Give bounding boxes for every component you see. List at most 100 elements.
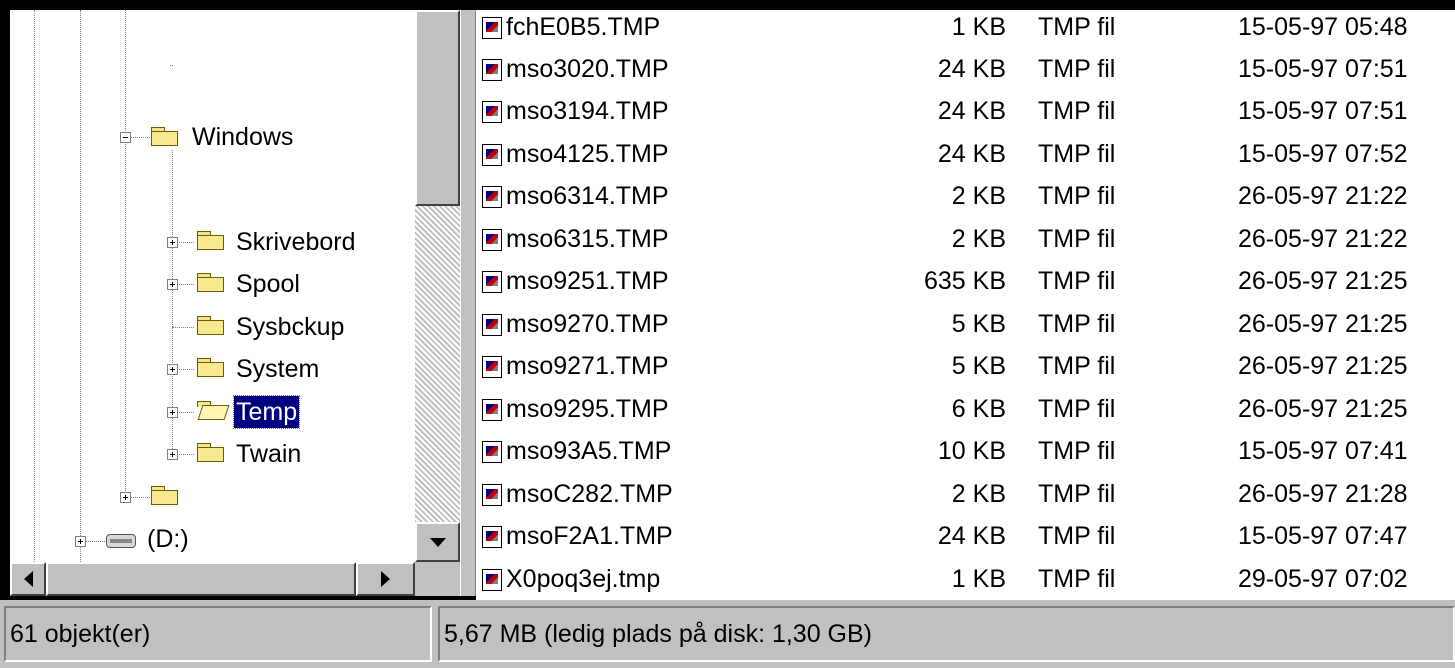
expand-toggle[interactable] bbox=[167, 449, 178, 460]
file-modified: 26-05-97 21:25 bbox=[1238, 267, 1408, 295]
file-size: 2 KB bbox=[951, 225, 1006, 253]
file-modified: 26-05-97 21:22 bbox=[1238, 225, 1408, 253]
file-row[interactable]: mso6315.TMP 2 KB TMP fil 26-05-97 21:22 bbox=[476, 222, 1455, 256]
expand-toggle[interactable] bbox=[167, 279, 178, 290]
folder-icon bbox=[196, 272, 226, 294]
expand-toggle[interactable] bbox=[167, 237, 178, 248]
file-modified: 26-05-97 21:25 bbox=[1238, 352, 1408, 380]
expand-toggle[interactable] bbox=[120, 492, 131, 503]
arrow-right-icon bbox=[381, 571, 390, 587]
tree-connector bbox=[125, 10, 126, 495]
folder-tree: Windows Skrivebord Spool Sysbckup System… bbox=[10, 10, 415, 562]
file-size: 24 KB bbox=[937, 97, 1006, 125]
vertical-scroll-thumb[interactable] bbox=[415, 10, 460, 206]
collapse-toggle[interactable] bbox=[120, 132, 131, 143]
file-type: TMP fil bbox=[1038, 267, 1116, 295]
tree-item-twain[interactable]: Twain bbox=[234, 438, 303, 470]
expand-toggle[interactable] bbox=[167, 364, 178, 375]
tree-horizontal-scrollbar[interactable] bbox=[10, 562, 415, 596]
file-type: TMP fil bbox=[1038, 565, 1116, 593]
file-modified: 15-05-97 07:51 bbox=[1238, 97, 1408, 125]
file-row[interactable]: mso9295.TMP 6 KB TMP fil 26-05-97 21:25 bbox=[476, 392, 1455, 426]
file-row[interactable]: fchE0B5.TMP 1 KB TMP fil 15-05-97 05:48 bbox=[476, 10, 1455, 44]
tree-connector bbox=[34, 10, 35, 562]
pane-splitter[interactable] bbox=[460, 10, 476, 596]
file-modified: 26-05-97 21:28 bbox=[1238, 480, 1408, 508]
tree-item-sysbckup[interactable]: Sysbckup bbox=[234, 311, 346, 343]
tree-item-system[interactable]: System bbox=[234, 353, 321, 385]
status-object-count: 61 objekt(er) bbox=[4, 606, 432, 662]
tree-connector bbox=[170, 65, 173, 66]
file-size: 6 KB bbox=[951, 395, 1006, 423]
file-row[interactable]: X0poq3ej.tmp 1 KB TMP fil 29-05-97 07:02 bbox=[476, 562, 1455, 596]
file-modified: 29-05-97 07:02 bbox=[1238, 565, 1408, 593]
folder-icon bbox=[196, 442, 226, 464]
folder-icon bbox=[196, 315, 226, 337]
file-size: 5 KB bbox=[951, 352, 1006, 380]
file-type: TMP fil bbox=[1038, 97, 1116, 125]
file-type: TMP fil bbox=[1038, 352, 1116, 380]
file-type: TMP fil bbox=[1038, 437, 1116, 465]
file-modified: 15-05-97 07:52 bbox=[1238, 140, 1408, 168]
file-row[interactable]: msoF2A1.TMP 24 KB TMP fil 15-05-97 07:47 bbox=[476, 519, 1455, 553]
file-modified: 15-05-97 07:51 bbox=[1238, 55, 1408, 83]
status-bar: 61 objekt(er) 5,67 MB (ledig plads på di… bbox=[0, 600, 1455, 668]
file-row[interactable]: mso9251.TMP 635 KB TMP fil 26-05-97 21:2… bbox=[476, 264, 1455, 298]
folder-icon bbox=[150, 126, 180, 148]
open-folder-icon bbox=[196, 400, 230, 422]
file-type: TMP fil bbox=[1038, 310, 1116, 338]
horizontal-scroll-thumb[interactable] bbox=[46, 562, 356, 596]
tree-item-spool[interactable]: Spool bbox=[234, 268, 302, 300]
file-size: 5 KB bbox=[951, 310, 1006, 338]
folder-icon bbox=[196, 230, 226, 252]
file-row[interactable]: mso3020.TMP 24 KB TMP fil 15-05-97 07:51 bbox=[476, 52, 1455, 86]
file-row[interactable]: mso93A5.TMP 10 KB TMP fil 15-05-97 07:41 bbox=[476, 434, 1455, 468]
file-modified: 26-05-97 21:25 bbox=[1238, 310, 1408, 338]
file-size: 1 KB bbox=[951, 13, 1006, 41]
file-row[interactable]: msoC282.TMP 2 KB TMP fil 26-05-97 21:28 bbox=[476, 477, 1455, 511]
expand-toggle[interactable] bbox=[167, 407, 178, 418]
file-row[interactable]: mso9270.TMP 5 KB TMP fil 26-05-97 21:25 bbox=[476, 307, 1455, 341]
file-size: 24 KB bbox=[937, 522, 1006, 550]
file-list-pane: fchE0B5.TMP 1 KB TMP fil 15-05-97 05:48 … bbox=[476, 10, 1455, 600]
file-size: 1 KB bbox=[951, 565, 1006, 593]
arrow-left-icon bbox=[23, 571, 33, 587]
tree-connector bbox=[172, 327, 194, 328]
file-type: TMP fil bbox=[1038, 522, 1116, 550]
file-modified: 26-05-97 21:22 bbox=[1238, 182, 1408, 210]
file-row[interactable]: mso9271.TMP 5 KB TMP fil 26-05-97 21:25 bbox=[476, 349, 1455, 383]
file-type: TMP fil bbox=[1038, 55, 1116, 83]
file-type: TMP fil bbox=[1038, 13, 1116, 41]
file-modified: 26-05-97 21:25 bbox=[1238, 395, 1408, 423]
file-modified: 15-05-97 05:48 bbox=[1238, 13, 1408, 41]
tree-item-temp[interactable]: Temp bbox=[232, 395, 301, 429]
file-size: 24 KB bbox=[937, 55, 1006, 83]
file-size: 635 KB bbox=[923, 267, 1006, 295]
file-type: TMP fil bbox=[1038, 480, 1116, 508]
arrow-down-icon bbox=[429, 537, 446, 547]
file-row[interactable]: mso3194.TMP 24 KB TMP fil 15-05-97 07:51 bbox=[476, 94, 1455, 128]
file-type: TMP fil bbox=[1038, 182, 1116, 210]
file-row[interactable]: mso6314.TMP 2 KB TMP fil 26-05-97 21:22 bbox=[476, 179, 1455, 213]
tree-item-windows[interactable]: Windows bbox=[190, 121, 295, 153]
file-row[interactable]: mso4125.TMP 24 KB TMP fil 15-05-97 07:52 bbox=[476, 137, 1455, 171]
file-type: TMP fil bbox=[1038, 140, 1116, 168]
folder-icon bbox=[196, 357, 226, 379]
file-type: TMP fil bbox=[1038, 395, 1116, 423]
tree-item-skrivebord[interactable]: Skrivebord bbox=[234, 226, 358, 258]
scroll-left-button[interactable] bbox=[10, 562, 46, 596]
expand-toggle[interactable] bbox=[75, 536, 86, 547]
folder-icon bbox=[150, 485, 180, 507]
drive-icon bbox=[106, 534, 136, 548]
folder-tree-pane: Windows Skrivebord Spool Sysbckup System… bbox=[10, 10, 460, 596]
tree-connector bbox=[80, 10, 81, 562]
file-size: 10 KB bbox=[937, 437, 1006, 465]
scroll-right-button[interactable] bbox=[356, 562, 415, 596]
file-modified: 15-05-97 07:41 bbox=[1238, 437, 1408, 465]
scroll-down-button[interactable] bbox=[415, 522, 460, 562]
file-size: 24 KB bbox=[937, 140, 1006, 168]
file-size: 2 KB bbox=[951, 182, 1006, 210]
status-disk-info: 5,67 MB (ledig plads på disk: 1,30 GB) bbox=[438, 606, 1455, 662]
tree-item-drive-d[interactable]: (D:) bbox=[145, 523, 191, 555]
tree-vertical-scrollbar[interactable] bbox=[415, 10, 460, 562]
